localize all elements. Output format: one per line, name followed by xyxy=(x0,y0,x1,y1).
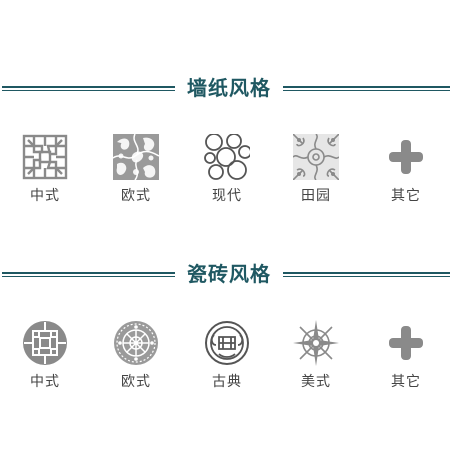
style-item-classical[interactable]: 古典 xyxy=(192,316,262,392)
section-header: 墙纸风格 xyxy=(0,68,452,108)
divider-left xyxy=(2,86,175,91)
wallpaper-style-section: 墙纸风格 中式 欧式 现代 田园 其它 xyxy=(0,68,452,204)
style-item-label: 中式 xyxy=(30,374,60,390)
damask-pattern-icon xyxy=(113,134,159,180)
plus-icon xyxy=(389,140,423,174)
style-item-other[interactable]: 其它 xyxy=(371,316,441,392)
chinese-medallion-icon xyxy=(23,321,67,365)
style-item-label: 田园 xyxy=(301,188,331,204)
divider-left xyxy=(2,272,175,277)
style-item-label: 欧式 xyxy=(121,374,151,390)
style-item-chinese[interactable]: 中式 xyxy=(10,130,80,206)
style-item-european[interactable]: 欧式 xyxy=(101,130,171,206)
style-item-label: 古典 xyxy=(212,374,242,390)
style-item-american[interactable]: 美式 xyxy=(281,316,351,392)
style-grid: 中式 欧式 现代 田园 其它 xyxy=(0,130,452,210)
section-title: 墙纸风格 xyxy=(187,76,271,100)
style-item-chinese[interactable]: 中式 xyxy=(10,316,80,392)
style-item-label: 美式 xyxy=(301,374,331,390)
section-title: 瓷砖风格 xyxy=(187,262,271,286)
plus-icon xyxy=(389,326,423,360)
chinese-lattice-icon xyxy=(22,134,68,180)
style-item-other[interactable]: 其它 xyxy=(371,130,441,206)
american-star-icon xyxy=(293,320,339,366)
section-header: 瓷砖风格 xyxy=(0,254,452,294)
style-item-european[interactable]: 欧式 xyxy=(101,316,171,392)
circles-pattern-icon xyxy=(204,134,250,180)
divider-right xyxy=(283,272,450,277)
style-item-pastoral[interactable]: 田园 xyxy=(281,130,351,206)
classical-knot-icon xyxy=(205,321,249,365)
european-medallion-icon xyxy=(114,321,158,365)
tile-style-section: 瓷砖风格 中式 欧式 古典 美式 其它 xyxy=(0,254,452,390)
style-item-modern[interactable]: 现代 xyxy=(192,130,262,206)
style-item-label: 中式 xyxy=(30,188,60,204)
style-item-label: 其它 xyxy=(391,374,421,390)
style-grid: 中式 欧式 古典 美式 其它 xyxy=(0,316,452,396)
floral-tile-icon xyxy=(293,134,339,180)
divider-right xyxy=(283,86,450,91)
style-item-label: 现代 xyxy=(212,188,242,204)
style-item-label: 欧式 xyxy=(121,188,151,204)
style-item-label: 其它 xyxy=(391,188,421,204)
